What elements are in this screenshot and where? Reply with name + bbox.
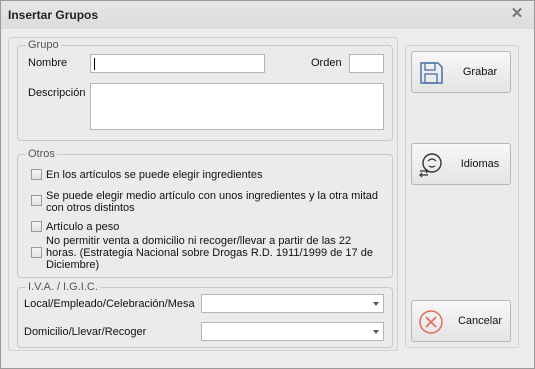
ingredientes-checkbox[interactable] xyxy=(31,169,42,180)
window-title: Insertar Grupos xyxy=(8,8,99,22)
orden-field[interactable] xyxy=(349,54,384,73)
ingredientes-label: En los artículos se puede elegir ingredi… xyxy=(46,169,263,181)
grabar-button[interactable]: Grabar xyxy=(411,51,511,93)
medio-articulo-checkbox[interactable] xyxy=(31,195,42,206)
medio-articulo-label: Se puede elegir medio artículo con unos … xyxy=(46,190,379,214)
idiomas-label: Idiomas xyxy=(460,158,500,170)
otros-legend: Otros xyxy=(28,148,55,160)
articulo-peso-checkbox[interactable] xyxy=(31,221,42,232)
insertar-grupos-dialog: Insertar Grupos ✕ Grupo Nombre Orden Des… xyxy=(0,0,535,369)
cancel-circle-icon xyxy=(419,310,443,334)
no-venta-domicilio-checkbox[interactable] xyxy=(31,247,42,258)
iva-legend: I.V.A. / I.G.I.C. xyxy=(28,281,98,293)
title-bar: Insertar Grupos ✕ xyxy=(1,1,534,29)
articulo-peso-label: Artículo a peso xyxy=(46,221,120,233)
orden-label: Orden xyxy=(311,57,342,69)
descripcion-field[interactable] xyxy=(90,83,384,130)
close-icon[interactable]: ✕ xyxy=(508,5,526,23)
nombre-label: Nombre xyxy=(28,57,68,69)
grabar-label: Grabar xyxy=(462,66,498,78)
cancelar-label: Cancelar xyxy=(457,315,503,327)
floppy-disk-icon xyxy=(420,62,443,84)
grupo-legend: Grupo xyxy=(28,39,59,51)
language-bubbles-icon xyxy=(419,153,442,178)
chevron-down-icon xyxy=(373,302,379,306)
local-iva-select[interactable] xyxy=(201,294,384,313)
no-venta-domicilio-label: No permitir venta a domicilio ni recoger… xyxy=(46,235,373,271)
domicilio-iva-select[interactable] xyxy=(201,322,384,341)
chevron-down-icon xyxy=(373,330,379,334)
local-label: Local/Empleado/Celebración/Mesa xyxy=(24,298,195,310)
cancelar-button[interactable]: Cancelar xyxy=(411,300,511,342)
domicilio-label: Domicilio/Llevar/Recoger xyxy=(24,326,147,338)
nombre-field[interactable] xyxy=(90,54,265,73)
descripcion-label: Descripción xyxy=(28,87,86,99)
text-caret xyxy=(94,58,95,70)
idiomas-button[interactable]: Idiomas xyxy=(411,143,511,185)
